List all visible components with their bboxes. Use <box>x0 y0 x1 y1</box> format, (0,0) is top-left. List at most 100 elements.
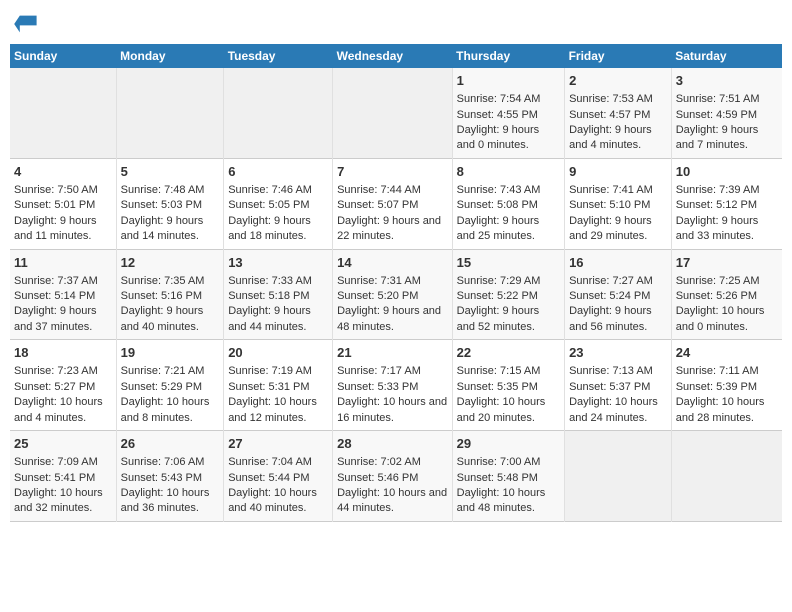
cell-data-line: Daylight: 10 hours and 24 minutes. <box>569 395 667 426</box>
cell-data-line: Daylight: 10 hours and 0 minutes. <box>676 304 778 335</box>
calendar-cell: 4Sunrise: 7:50 AMSunset: 5:01 PMDaylight… <box>10 158 116 249</box>
cell-data-line: Daylight: 10 hours and 16 minutes. <box>337 395 448 426</box>
cell-data-line: Sunset: 4:59 PM <box>676 108 778 123</box>
calendar-cell <box>565 431 672 522</box>
cell-data-line: Sunrise: 7:06 AM <box>121 455 220 470</box>
day-number: 13 <box>228 254 328 272</box>
day-number: 14 <box>337 254 448 272</box>
cell-data-line: Daylight: 9 hours and 40 minutes. <box>121 304 220 335</box>
cell-data-line: Daylight: 9 hours and 0 minutes. <box>457 123 560 154</box>
calendar-cell <box>671 431 782 522</box>
cell-data-line: Sunset: 5:20 PM <box>337 289 448 304</box>
cell-data-line: Daylight: 9 hours and 4 minutes. <box>569 123 667 154</box>
cell-data-line: Sunrise: 7:41 AM <box>569 183 667 198</box>
day-header-monday: Monday <box>116 44 224 68</box>
day-number: 18 <box>14 344 112 362</box>
cell-data-line: Sunset: 5:18 PM <box>228 289 328 304</box>
cell-data-line: Sunset: 5:26 PM <box>676 289 778 304</box>
cell-data-line: Daylight: 10 hours and 20 minutes. <box>457 395 560 426</box>
calendar-cell: 18Sunrise: 7:23 AMSunset: 5:27 PMDayligh… <box>10 340 116 431</box>
calendar-cell: 22 Sunrise: 7:15 AMSunset: 5:35 PMDayligh… <box>452 340 564 431</box>
cell-data-line: Sunset: 5:07 PM <box>337 198 448 213</box>
cell-data-line: Sunset: 5:01 PM <box>14 198 112 213</box>
cell-data-line: Daylight: 10 hours and 36 minutes. <box>121 486 220 517</box>
cell-data-line: Sunset: 5:35 PM <box>457 380 560 395</box>
calendar-cell: 24Sunrise: 7:11 AMSunset: 5:39 PMDayligh… <box>671 340 782 431</box>
cell-data-line: Sunset: 5:48 PM <box>457 471 560 486</box>
day-number: 8 <box>457 163 560 181</box>
day-number: 17 <box>676 254 778 272</box>
cell-data-line: Sunrise: 7:35 AM <box>121 274 220 289</box>
calendar-cell: 3Sunrise: 7:51 AMSunset: 4:59 PMDaylight… <box>671 68 782 158</box>
day-number: 22 <box>457 344 560 362</box>
cell-data-line: Daylight: 9 hours and 22 minutes. <box>337 214 448 245</box>
cell-data-line: Sunset: 5:33 PM <box>337 380 448 395</box>
calendar-cell: 5Sunrise: 7:48 AMSunset: 5:03 PMDaylight… <box>116 158 224 249</box>
cell-data-line: Daylight: 9 hours and 11 minutes. <box>14 214 112 245</box>
day-header-wednesday: Wednesday <box>333 44 453 68</box>
day-number: 11 <box>14 254 112 272</box>
cell-data-line: Sunrise: 7:29 AM <box>457 274 560 289</box>
day-number: 16 <box>569 254 667 272</box>
cell-data-line: Sunset: 5:14 PM <box>14 289 112 304</box>
calendar-cell: 26Sunrise: 7:06 AMSunset: 5:43 PMDayligh… <box>116 431 224 522</box>
day-number: 27 <box>228 435 328 453</box>
cell-data-line: Daylight: 10 hours and 32 minutes. <box>14 486 112 517</box>
day-number: 25 <box>14 435 112 453</box>
cell-data-line: Sunrise: 7:02 AM <box>337 455 448 470</box>
calendar-cell: 7Sunrise: 7:44 AMSunset: 5:07 PMDaylight… <box>333 158 453 249</box>
cell-data-line: Sunrise: 7:25 AM <box>676 274 778 289</box>
cell-data-line: Daylight: 10 hours and 12 minutes. <box>228 395 328 426</box>
cell-data-line: Daylight: 9 hours and 56 minutes. <box>569 304 667 335</box>
day-header-friday: Friday <box>565 44 672 68</box>
calendar-week-row: 1Sunrise: 7:54 AMSunset: 4:55 PMDaylight… <box>10 68 782 158</box>
calendar-cell: 16Sunrise: 7:27 AMSunset: 5:24 PMDayligh… <box>565 249 672 340</box>
calendar-cell: 11Sunrise: 7:37 AMSunset: 5:14 PMDayligh… <box>10 249 116 340</box>
cell-data-line: Sunrise: 7:53 AM <box>569 92 667 107</box>
day-number: 15 <box>457 254 560 272</box>
calendar-cell: 19Sunrise: 7:21 AMSunset: 5:29 PMDayligh… <box>116 340 224 431</box>
day-number: 20 <box>228 344 328 362</box>
cell-data-line: Sunrise: 7:31 AM <box>337 274 448 289</box>
calendar-week-row: 25Sunrise: 7:09 AMSunset: 5:41 PMDayligh… <box>10 431 782 522</box>
cell-data-line: Sunrise: 7:04 AM <box>228 455 328 470</box>
cell-data-line: Daylight: 10 hours and 28 minutes. <box>676 395 778 426</box>
day-number: 2 <box>569 72 667 90</box>
cell-data-line: Sunrise: 7:48 AM <box>121 183 220 198</box>
day-number: 9 <box>569 163 667 181</box>
cell-data-line: Sunrise: 7:39 AM <box>676 183 778 198</box>
cell-data-line: Sunset: 5:05 PM <box>228 198 328 213</box>
cell-data-line: Sunrise: 7:21 AM <box>121 364 220 379</box>
calendar-table: SundayMondayTuesdayWednesdayThursdayFrid… <box>10 44 782 522</box>
cell-data-line: Sunrise: 7:15 AM <box>457 364 560 379</box>
day-header-sunday: Sunday <box>10 44 116 68</box>
day-number: 6 <box>228 163 328 181</box>
cell-data-line: Sunset: 5:24 PM <box>569 289 667 304</box>
cell-data-line: Sunset: 5:16 PM <box>121 289 220 304</box>
cell-data-line: Sunset: 5:37 PM <box>569 380 667 395</box>
cell-data-line: Sunset: 5:39 PM <box>676 380 778 395</box>
day-number: 28 <box>337 435 448 453</box>
cell-data-line: Daylight: 9 hours and 37 minutes. <box>14 304 112 335</box>
day-header-tuesday: Tuesday <box>224 44 333 68</box>
calendar-body: 1Sunrise: 7:54 AMSunset: 4:55 PMDaylight… <box>10 68 782 521</box>
calendar-cell: 28Sunrise: 7:02 AMSunset: 5:46 PMDayligh… <box>333 431 453 522</box>
calendar-cell: 8Sunrise: 7:43 AMSunset: 5:08 PMDaylight… <box>452 158 564 249</box>
calendar-cell: 12Sunrise: 7:35 AMSunset: 5:16 PMDayligh… <box>116 249 224 340</box>
day-number: 26 <box>121 435 220 453</box>
day-header-thursday: Thursday <box>452 44 564 68</box>
cell-data-line: Sunrise: 7:43 AM <box>457 183 560 198</box>
calendar-cell: 21Sunrise: 7:17 AMSunset: 5:33 PMDayligh… <box>333 340 453 431</box>
cell-data-line: Daylight: 10 hours and 8 minutes. <box>121 395 220 426</box>
cell-data-line: Sunrise: 7:51 AM <box>676 92 778 107</box>
cell-data-line: Sunrise: 7:13 AM <box>569 364 667 379</box>
calendar-cell: 15Sunrise: 7:29 AMSunset: 5:22 PMDayligh… <box>452 249 564 340</box>
cell-data-line: Daylight: 9 hours and 52 minutes. <box>457 304 560 335</box>
cell-data-line: Daylight: 9 hours and 48 minutes. <box>337 304 448 335</box>
cell-data-line: Sunrise: 7:46 AM <box>228 183 328 198</box>
day-number: 19 <box>121 344 220 362</box>
calendar-cell <box>10 68 116 158</box>
calendar-cell: 20Sunrise: 7:19 AMSunset: 5:31 PMDayligh… <box>224 340 333 431</box>
cell-data-line: Daylight: 9 hours and 44 minutes. <box>228 304 328 335</box>
cell-data-line: Sunrise: 7:33 AM <box>228 274 328 289</box>
